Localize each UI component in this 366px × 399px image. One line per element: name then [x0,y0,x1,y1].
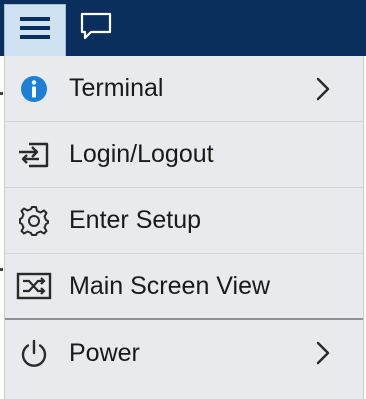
menu-item-label: Terminal [69,74,164,102]
menu-item-login-logout[interactable]: Login/Logout [5,122,363,188]
chevron-right-icon [313,75,333,103]
main-screen: Terminal Login/Logout Enter Setup Main S… [0,0,366,399]
menu-item-power[interactable]: Power [5,320,363,386]
menu-item-label: Login/Logout [69,140,214,168]
menu-item-enter-setup[interactable]: Enter Setup [5,188,363,254]
top-bar [0,0,366,56]
login-logout-icon [14,135,54,175]
edge-marker [0,268,3,271]
gear-icon [14,201,54,241]
chat-button[interactable] [74,8,118,48]
menu-item-main-screen-view[interactable]: Main Screen View [5,254,363,320]
menu-item-label: Power [69,338,140,367]
menu-item-label: Main Screen View [69,271,271,300]
menu-toggle-button[interactable] [4,4,66,56]
info-icon [14,69,54,109]
menu-item-terminal[interactable]: Terminal [5,56,363,122]
shuffle-screen-icon [14,266,54,306]
main-menu-panel: Terminal Login/Logout Enter Setup Main S… [4,56,364,399]
chevron-right-icon [313,339,333,367]
power-icon [14,333,54,373]
hamburger-menu-icon [20,16,50,45]
edge-marker [0,92,3,95]
chat-bubble-icon [79,11,113,46]
menu-item-label: Enter Setup [69,206,202,234]
